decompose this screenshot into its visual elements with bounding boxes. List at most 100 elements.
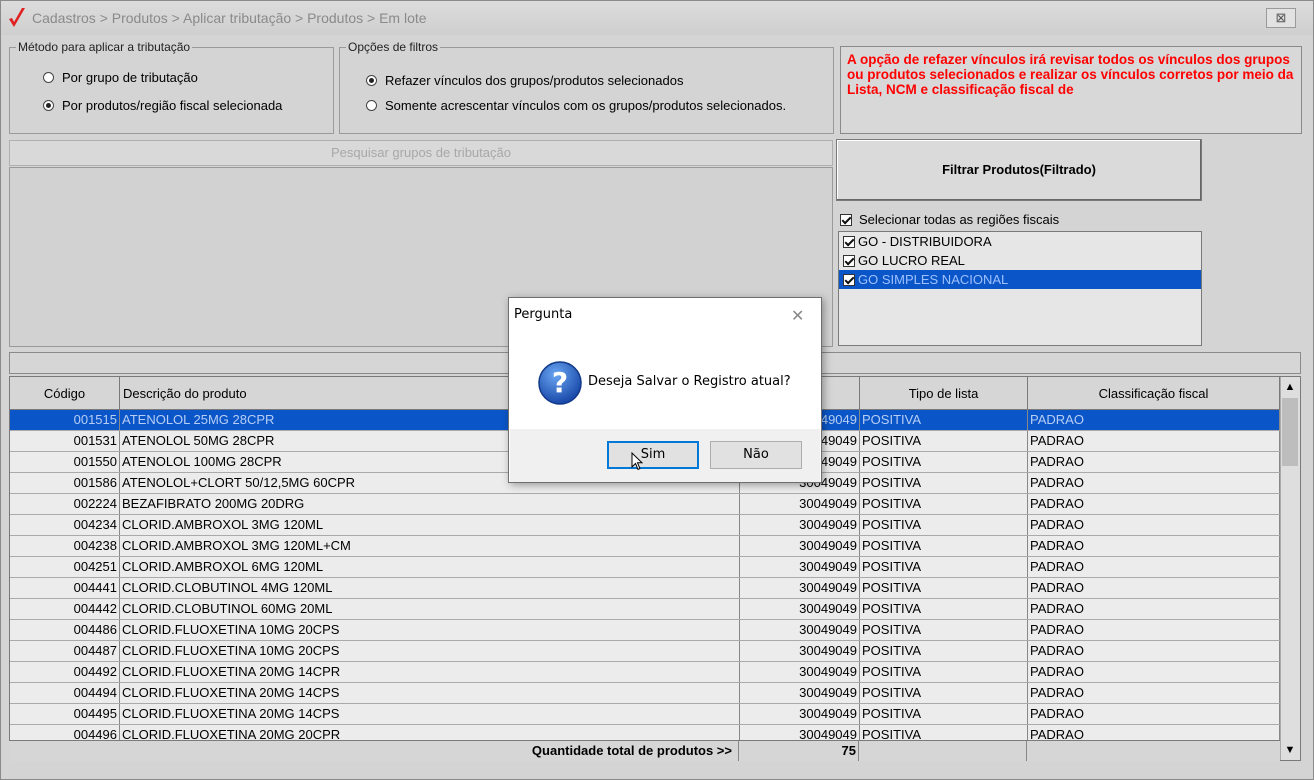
- region-label: GO LUCRO REAL: [858, 253, 965, 268]
- cell-fiscal-class: PADRAO: [1028, 683, 1280, 703]
- cell-ncm: 30049049: [740, 494, 860, 514]
- cell-fiscal-class: PADRAO: [1028, 536, 1280, 556]
- radio-redo-links-label: Refazer vínculos dos grupos/produtos sel…: [385, 73, 684, 88]
- cell-ncm: 30049049: [740, 599, 860, 619]
- cell-list-type: POSITIVA: [860, 536, 1028, 556]
- scroll-down-icon[interactable]: ▼: [1280, 740, 1300, 760]
- cell-fiscal-class: PADRAO: [1028, 515, 1280, 535]
- radio-by-group-label: Por grupo de tributação: [62, 70, 198, 85]
- cell-description: CLORID.CLOBUTINOL 60MG 20ML: [120, 599, 740, 619]
- radio-add-links[interactable]: Somente acrescentar vínculos com os grup…: [366, 98, 786, 113]
- cell-description: CLORID.AMBROXOL 3MG 120ML: [120, 515, 740, 535]
- col-header-fiscal-class[interactable]: Classificação fiscal: [1028, 377, 1280, 409]
- checkbox-icon[interactable]: [843, 254, 855, 267]
- no-button[interactable]: Não: [710, 441, 802, 469]
- radio-by-group[interactable]: Por grupo de tributação: [43, 70, 198, 85]
- footer-empty-cell: [859, 741, 1027, 761]
- cell-description: CLORID.AMBROXOL 3MG 120ML+CM: [120, 536, 740, 556]
- footer-empty-cell: [1027, 741, 1280, 761]
- cell-code: 001586: [10, 473, 120, 493]
- cell-fiscal-class: PADRAO: [1028, 662, 1280, 682]
- cell-fiscal-class: PADRAO: [1028, 452, 1280, 472]
- cell-code: 004238: [10, 536, 120, 556]
- cell-fiscal-class: PADRAO: [1028, 578, 1280, 598]
- cell-list-type: POSITIVA: [860, 641, 1028, 661]
- regions-list[interactable]: GO - DISTRIBUIDORA GO LUCRO REAL GO SIMP…: [838, 231, 1202, 346]
- table-row[interactable]: 004251 CLORID.AMBROXOL 6MG 120ML 30049049 P…: [10, 557, 1280, 578]
- dialog-close-icon[interactable]: ✕: [791, 306, 804, 325]
- table-row[interactable]: 004487 CLORID.FLUOXETINA 10MG 20CPS 300490…: [10, 641, 1280, 662]
- region-item[interactable]: GO SIMPLES NACIONAL: [839, 270, 1201, 289]
- cell-code: 004486: [10, 620, 120, 640]
- radio-by-products[interactable]: Por produtos/região fiscal selecionada: [43, 98, 282, 113]
- select-all-regions-checkbox[interactable]: Selecionar todas as regiões fiscais: [840, 212, 1059, 227]
- cell-ncm: 30049049: [740, 704, 860, 724]
- cell-description: CLORID.AMBROXOL 6MG 120ML: [120, 557, 740, 577]
- dialog-title: Pergunta: [514, 307, 573, 322]
- region-label: GO SIMPLES NACIONAL: [858, 272, 1009, 287]
- checkbox-icon: [840, 213, 852, 226]
- filter-products-button[interactable]: Filtrar Produtos(Filtrado): [836, 139, 1202, 201]
- table-row[interactable]: 004486 CLORID.FLUOXETINA 10MG 20CPS 300490…: [10, 620, 1280, 641]
- scroll-up-icon[interactable]: ▲: [1280, 377, 1300, 397]
- svg-text:?: ?: [552, 366, 568, 399]
- table-row[interactable]: 004495 CLORID.FLUOXETINA 20MG 14CPS 300490…: [10, 704, 1280, 725]
- footer-total-label: Quantidade total de produtos >>: [9, 741, 739, 761]
- question-icon: ?: [538, 361, 582, 405]
- method-group-legend: Método para aplicar a tributação: [18, 40, 191, 54]
- cell-list-type: POSITIVA: [860, 431, 1028, 451]
- col-header-list-type[interactable]: Tipo de lista: [860, 377, 1028, 409]
- cell-description: CLORID.FLUOXETINA 10MG 20CPS: [120, 641, 740, 661]
- region-item[interactable]: GO - DISTRIBUIDORA: [839, 232, 1201, 251]
- cell-description: CLORID.FLUOXETINA 20MG 14CPS: [120, 704, 740, 724]
- region-label: GO - DISTRIBUIDORA: [858, 234, 992, 249]
- checkbox-icon[interactable]: [843, 273, 855, 286]
- method-group: Método para aplicar a tributação: [9, 40, 334, 134]
- window-close-button[interactable]: ⊠: [1266, 8, 1296, 28]
- cell-ncm: 30049049: [740, 557, 860, 577]
- cell-description: BEZAFIBRATO 200MG 20DRG: [120, 494, 740, 514]
- cell-fiscal-class: PADRAO: [1028, 431, 1280, 451]
- cell-list-type: POSITIVA: [860, 515, 1028, 535]
- table-row[interactable]: 004492 CLORID.FLUOXETINA 20MG 14CPR 300490…: [10, 662, 1280, 683]
- table-row[interactable]: 002224 BEZAFIBRATO 200MG 20DRG 30049049 POS…: [10, 494, 1280, 515]
- cell-fiscal-class: PADRAO: [1028, 704, 1280, 724]
- cell-fiscal-class: PADRAO: [1028, 473, 1280, 493]
- cell-code: 004234: [10, 515, 120, 535]
- radio-redo-links[interactable]: Refazer vínculos dos grupos/produtos sel…: [366, 73, 683, 88]
- radio-redo-links-icon: [366, 75, 377, 86]
- cell-code: 002224: [10, 494, 120, 514]
- mouse-cursor-icon: [631, 452, 644, 471]
- radio-add-links-label: Somente acrescentar vínculos com os grup…: [385, 98, 787, 113]
- cell-fiscal-class: PADRAO: [1028, 410, 1280, 430]
- cell-ncm: 30049049: [740, 683, 860, 703]
- radio-by-group-icon: [43, 72, 54, 83]
- cell-ncm: 30049049: [740, 620, 860, 640]
- cell-code: 001550: [10, 452, 120, 472]
- dialog-message: Deseja Salvar o Registro atual?: [588, 374, 791, 389]
- col-header-code[interactable]: Código: [10, 377, 120, 409]
- cell-list-type: POSITIVA: [860, 473, 1028, 493]
- warning-text: A opção de refazer vínculos irá revisar …: [840, 46, 1302, 134]
- cell-description: CLORID.CLOBUTINOL 4MG 120ML: [120, 578, 740, 598]
- radio-add-links-icon: [366, 100, 377, 111]
- cell-code: 004492: [10, 662, 120, 682]
- filter-options-legend: Opções de filtros: [348, 40, 439, 54]
- cell-code: 004487: [10, 641, 120, 661]
- search-groups-button[interactable]: Pesquisar grupos de tributação: [9, 140, 833, 166]
- cell-list-type: POSITIVA: [860, 599, 1028, 619]
- table-row[interactable]: 004441 CLORID.CLOBUTINOL 4MG 120ML 3004904…: [10, 578, 1280, 599]
- table-row[interactable]: 004238 CLORID.AMBROXOL 3MG 120ML+CM 300490…: [10, 536, 1280, 557]
- scrollbar-thumb[interactable]: [1282, 398, 1298, 466]
- checkbox-icon[interactable]: [843, 235, 855, 248]
- cell-description: CLORID.FLUOXETINA 20MG 14CPS: [120, 683, 740, 703]
- cell-list-type: POSITIVA: [860, 410, 1028, 430]
- yes-button[interactable]: Sim: [607, 441, 699, 469]
- table-row[interactable]: 004234 CLORID.AMBROXOL 3MG 120ML 30049049 P…: [10, 515, 1280, 536]
- table-row[interactable]: 004442 CLORID.CLOBUTINOL 60MG 20ML 3004904…: [10, 599, 1280, 620]
- cell-ncm: 30049049: [740, 578, 860, 598]
- table-row[interactable]: 004494 CLORID.FLUOXETINA 20MG 14CPS 300490…: [10, 683, 1280, 704]
- breadcrumb: Cadastros > Produtos > Aplicar tributaçã…: [32, 10, 427, 26]
- region-item[interactable]: GO LUCRO REAL: [839, 251, 1201, 270]
- radio-by-products-icon: [43, 100, 54, 111]
